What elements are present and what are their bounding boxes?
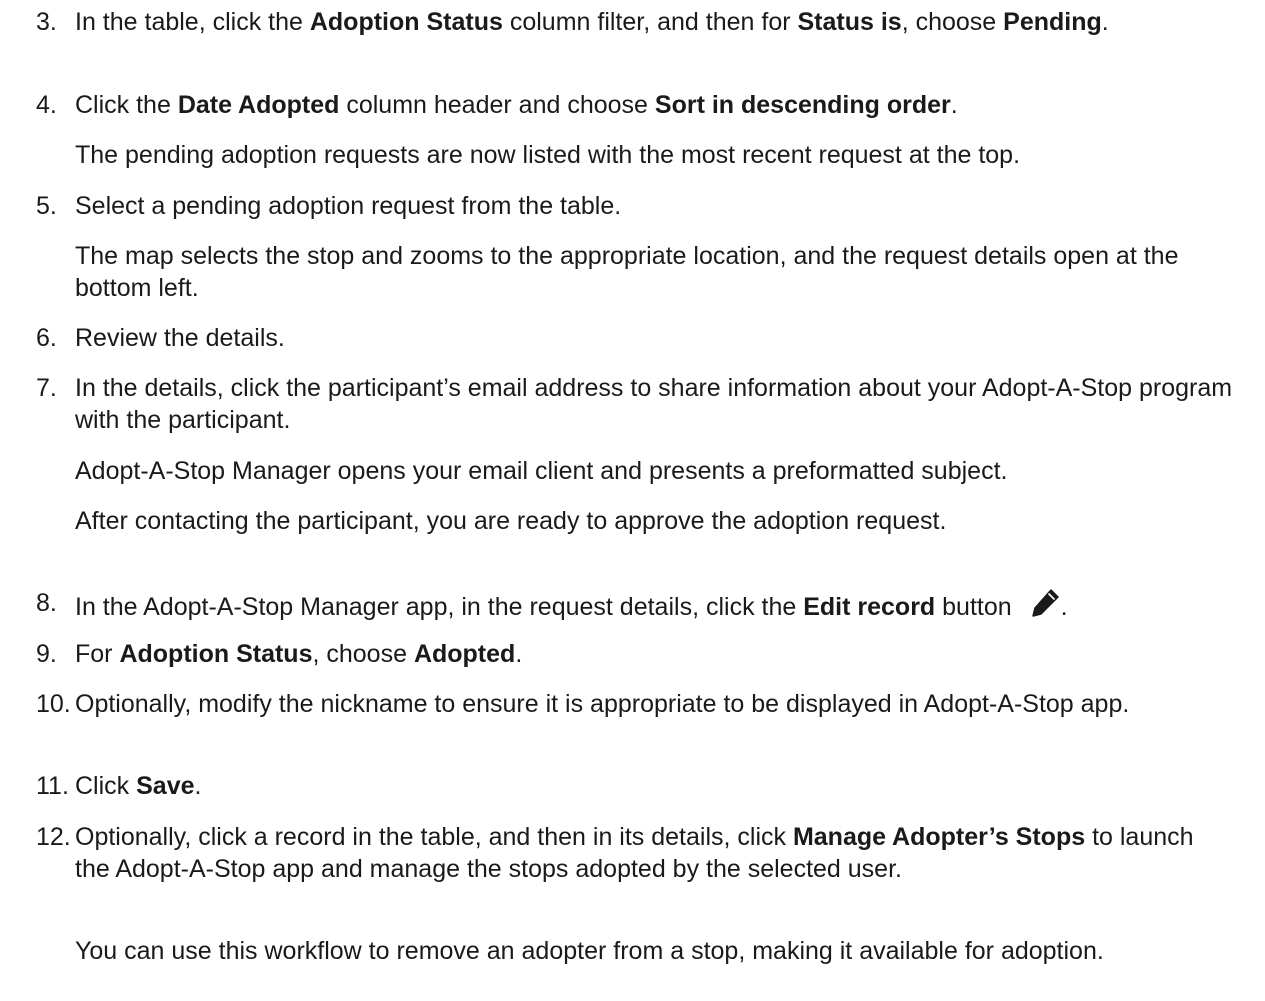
- step-number: 3.: [36, 8, 57, 36]
- text-run: Click: [75, 772, 137, 800]
- text-run: In the details, click the participant’s …: [75, 374, 1233, 434]
- text-run: , choose: [901, 8, 1004, 36]
- step-text: Optionally, modify the nickname to ensur…: [75, 688, 1235, 720]
- text-run: Click the: [75, 91, 178, 119]
- bold-term: Status is: [797, 8, 902, 36]
- text-run: column filter, and then for: [502, 8, 798, 36]
- step-text: Click Save.: [75, 770, 1250, 802]
- text-run: Review the details.: [75, 324, 285, 352]
- text-run: , choose: [312, 640, 414, 668]
- text-run: In the Adopt-A-Stop Manager app, in the …: [75, 593, 804, 621]
- step-number: 6.: [36, 324, 57, 352]
- bold-term: Adoption Status: [119, 640, 313, 668]
- bold-term: Pending: [1003, 8, 1102, 36]
- step-text: In the details, click the participant’s …: [75, 372, 1245, 436]
- step-number: 4.: [36, 91, 57, 119]
- pencil-icon: [1029, 587, 1061, 627]
- note-text: The map selects the stop and zooms to th…: [75, 242, 1179, 302]
- text-run: Select a pending adoption request from t…: [75, 192, 622, 220]
- step-number: 12.: [36, 823, 71, 851]
- text-run: For: [75, 640, 120, 668]
- step-number: 7.: [36, 374, 57, 402]
- bold-term: Save: [136, 772, 195, 800]
- step-text: Review the details.: [75, 322, 1250, 354]
- step-text: Click the Date Adopted column header and…: [75, 89, 1250, 121]
- note-text: You can use this workflow to remove an a…: [75, 937, 1104, 965]
- bold-term: Adoption Status: [309, 8, 503, 36]
- text-run: button: [935, 593, 1019, 621]
- text-run: Optionally, modify the nickname to ensur…: [75, 690, 1130, 718]
- text-run: Optionally, click a record in the table,…: [75, 823, 793, 851]
- step-text: In the Adopt-A-Stop Manager app, in the …: [75, 587, 1250, 627]
- step-text: Select a pending adoption request from t…: [75, 190, 1250, 222]
- text-run: .: [194, 772, 202, 800]
- note-text: Adopt-A-Stop Manager opens your email cl…: [75, 457, 1008, 485]
- step-text: In the table, click the Adoption Status …: [75, 6, 1185, 38]
- instructions-document: 3. In the table, click the Adoption Stat…: [0, 0, 1265, 1001]
- text-run: .: [1101, 8, 1109, 36]
- bold-term: Date Adopted: [177, 91, 340, 119]
- step-text: Optionally, click a record in the table,…: [75, 821, 1215, 885]
- step-number: 10.: [36, 690, 71, 718]
- text-run: In the table, click the: [75, 8, 310, 36]
- text-run: .: [515, 640, 523, 668]
- step-text: For Adoption Status, choose Adopted.: [75, 638, 1250, 670]
- step-number: 8.: [36, 589, 57, 617]
- note-text: After contacting the participant, you ar…: [75, 507, 947, 535]
- note-text: The pending adoption requests are now li…: [75, 141, 1021, 169]
- bold-term: Sort in descending order: [654, 91, 951, 119]
- step-number: 5.: [36, 192, 57, 220]
- bold-term: Edit record: [803, 593, 936, 621]
- text-run: .: [950, 91, 958, 119]
- text-run: .: [1060, 593, 1068, 621]
- bold-term: Adopted: [413, 640, 516, 668]
- step-number: 9.: [36, 640, 57, 668]
- bold-term: Manage Adopter’s Stops: [792, 823, 1086, 851]
- text-run: column header and choose: [339, 91, 655, 119]
- step-number: 11.: [36, 772, 69, 800]
